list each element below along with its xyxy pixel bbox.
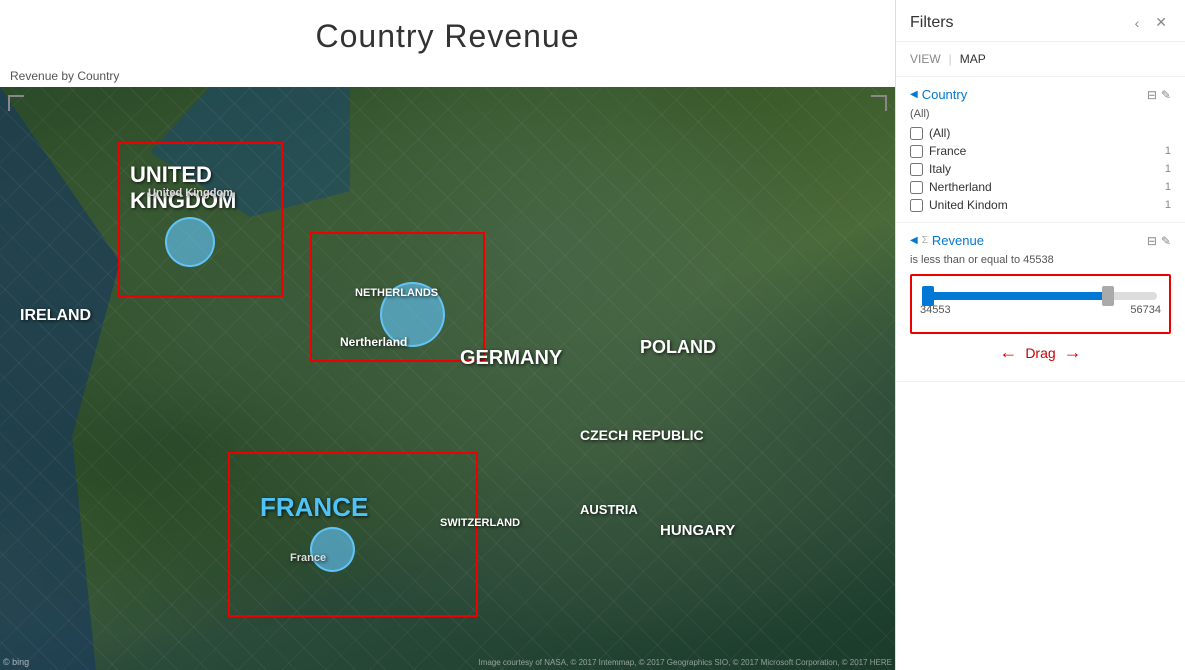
- range-slider-highlight-box: 34553 56734: [910, 274, 1171, 334]
- france-highlight-box: [228, 452, 478, 617]
- tab-map[interactable]: MAP: [960, 50, 986, 68]
- corner-top-left: [8, 95, 24, 111]
- range-handle-right[interactable]: [1102, 286, 1114, 306]
- map-area: Country Revenue Revenue by Country UNITE…: [0, 0, 895, 670]
- country-filter-header: ◀ Country ⊟ ✎: [910, 87, 1171, 102]
- page-title-bar: Country Revenue: [0, 0, 895, 65]
- tab-view[interactable]: VIEW: [910, 50, 941, 68]
- filters-title: Filters: [910, 14, 954, 32]
- revenue-filter-title: Revenue: [932, 233, 984, 248]
- uk-bubble: [165, 217, 215, 267]
- country-filter-expand-icon: ◀: [910, 89, 918, 100]
- checkbox-all[interactable]: [910, 127, 923, 140]
- checkbox-nertherland-label: Nertherland: [929, 180, 992, 194]
- range-handle-left[interactable]: [922, 286, 934, 306]
- revenue-filter-edit-icon[interactable]: ✎: [1161, 234, 1171, 248]
- country-filter-section: ◀ Country ⊟ ✎ (All) (All) France 1: [896, 77, 1185, 223]
- checkbox-italy-label: Italy: [929, 162, 951, 176]
- view-map-tabs: VIEW | MAP: [896, 42, 1185, 77]
- revenue-filter-header: ◀ Σ Revenue ⊟ ✎: [910, 233, 1171, 248]
- drag-hint: ← Drag →: [910, 334, 1171, 371]
- bing-watermark: © bing: [3, 657, 29, 667]
- page-title: Country Revenue: [0, 18, 895, 55]
- united-kindom-count: 1: [1165, 199, 1171, 211]
- revenue-filter-icons: ⊟ ✎: [1147, 234, 1171, 248]
- country-filter-icons: ⊟ ✎: [1147, 88, 1171, 102]
- map-subtitle-label: Revenue by Country: [0, 65, 895, 87]
- map-copyright: Image courtesy of NASA, © 2017 Intemmap,…: [478, 658, 892, 667]
- nertherland-count: 1: [1165, 181, 1171, 193]
- revenue-condition-text: is less than or equal to 45538: [910, 254, 1171, 266]
- country-condition-label: (All): [910, 108, 1171, 120]
- filters-header: Filters ‹ ✕: [896, 0, 1185, 42]
- revenue-filter-expand-icon: ◀: [910, 235, 918, 246]
- filters-panel: Filters ‹ ✕ VIEW | MAP ◀ Country ⊟ ✎: [895, 0, 1185, 670]
- range-max-label: 56734: [1130, 304, 1161, 316]
- country-filter-title-container: ◀ Country: [910, 87, 967, 102]
- checkbox-all-label: (All): [929, 126, 950, 140]
- range-labels: 34553 56734: [920, 304, 1161, 316]
- netherlands-bubble: [380, 282, 445, 347]
- tab-separator: |: [949, 52, 952, 66]
- checkbox-united-kindom[interactable]: [910, 199, 923, 212]
- range-track: [924, 292, 1157, 300]
- main-container: Country Revenue Revenue by Country UNITE…: [0, 0, 1185, 670]
- checkbox-france[interactable]: [910, 145, 923, 158]
- drag-left-arrow: ←: [999, 342, 1017, 363]
- italy-count: 1: [1165, 163, 1171, 175]
- france-count: 1: [1165, 145, 1171, 157]
- revenue-sigma-icon: Σ: [922, 235, 928, 246]
- revenue-filter-search-icon[interactable]: ⊟: [1147, 234, 1157, 248]
- checkbox-united-kindom-label: United Kindom: [929, 198, 1008, 212]
- map-viewport[interactable]: UNITEDKINGDOM United Kingdom IRELAND NET…: [0, 87, 895, 670]
- checkbox-italy[interactable]: [910, 163, 923, 176]
- country-filter-search-icon[interactable]: ⊟: [1147, 88, 1157, 102]
- filters-header-actions: ‹ ✕: [1131, 12, 1171, 33]
- country-filter-edit-icon[interactable]: ✎: [1161, 88, 1171, 102]
- list-item: Nertherland 1: [910, 180, 1171, 194]
- range-fill: [924, 292, 1106, 300]
- list-item: France 1: [910, 144, 1171, 158]
- country-filter-title: Country: [922, 87, 968, 102]
- revenue-filter-section: ◀ Σ Revenue ⊟ ✎ is less than or equal to…: [896, 223, 1185, 382]
- drag-right-arrow: →: [1064, 342, 1082, 363]
- range-slider-container[interactable]: 34553 56734: [920, 292, 1161, 316]
- checkbox-france-label: France: [929, 144, 966, 158]
- filters-collapse-button[interactable]: ‹: [1131, 12, 1144, 33]
- france-bubble: [310, 527, 355, 572]
- drag-label: Drag: [1025, 345, 1055, 361]
- country-checkbox-list: (All) France 1 Italy 1 Nertherland 1: [910, 126, 1171, 212]
- corner-top-right: [871, 95, 887, 111]
- list-item: United Kindom 1: [910, 198, 1171, 212]
- checkbox-nertherland[interactable]: [910, 181, 923, 194]
- list-item: Italy 1: [910, 162, 1171, 176]
- filters-close-button[interactable]: ✕: [1151, 12, 1171, 33]
- revenue-filter-title-container: ◀ Σ Revenue: [910, 233, 984, 248]
- list-item: (All): [910, 126, 1171, 140]
